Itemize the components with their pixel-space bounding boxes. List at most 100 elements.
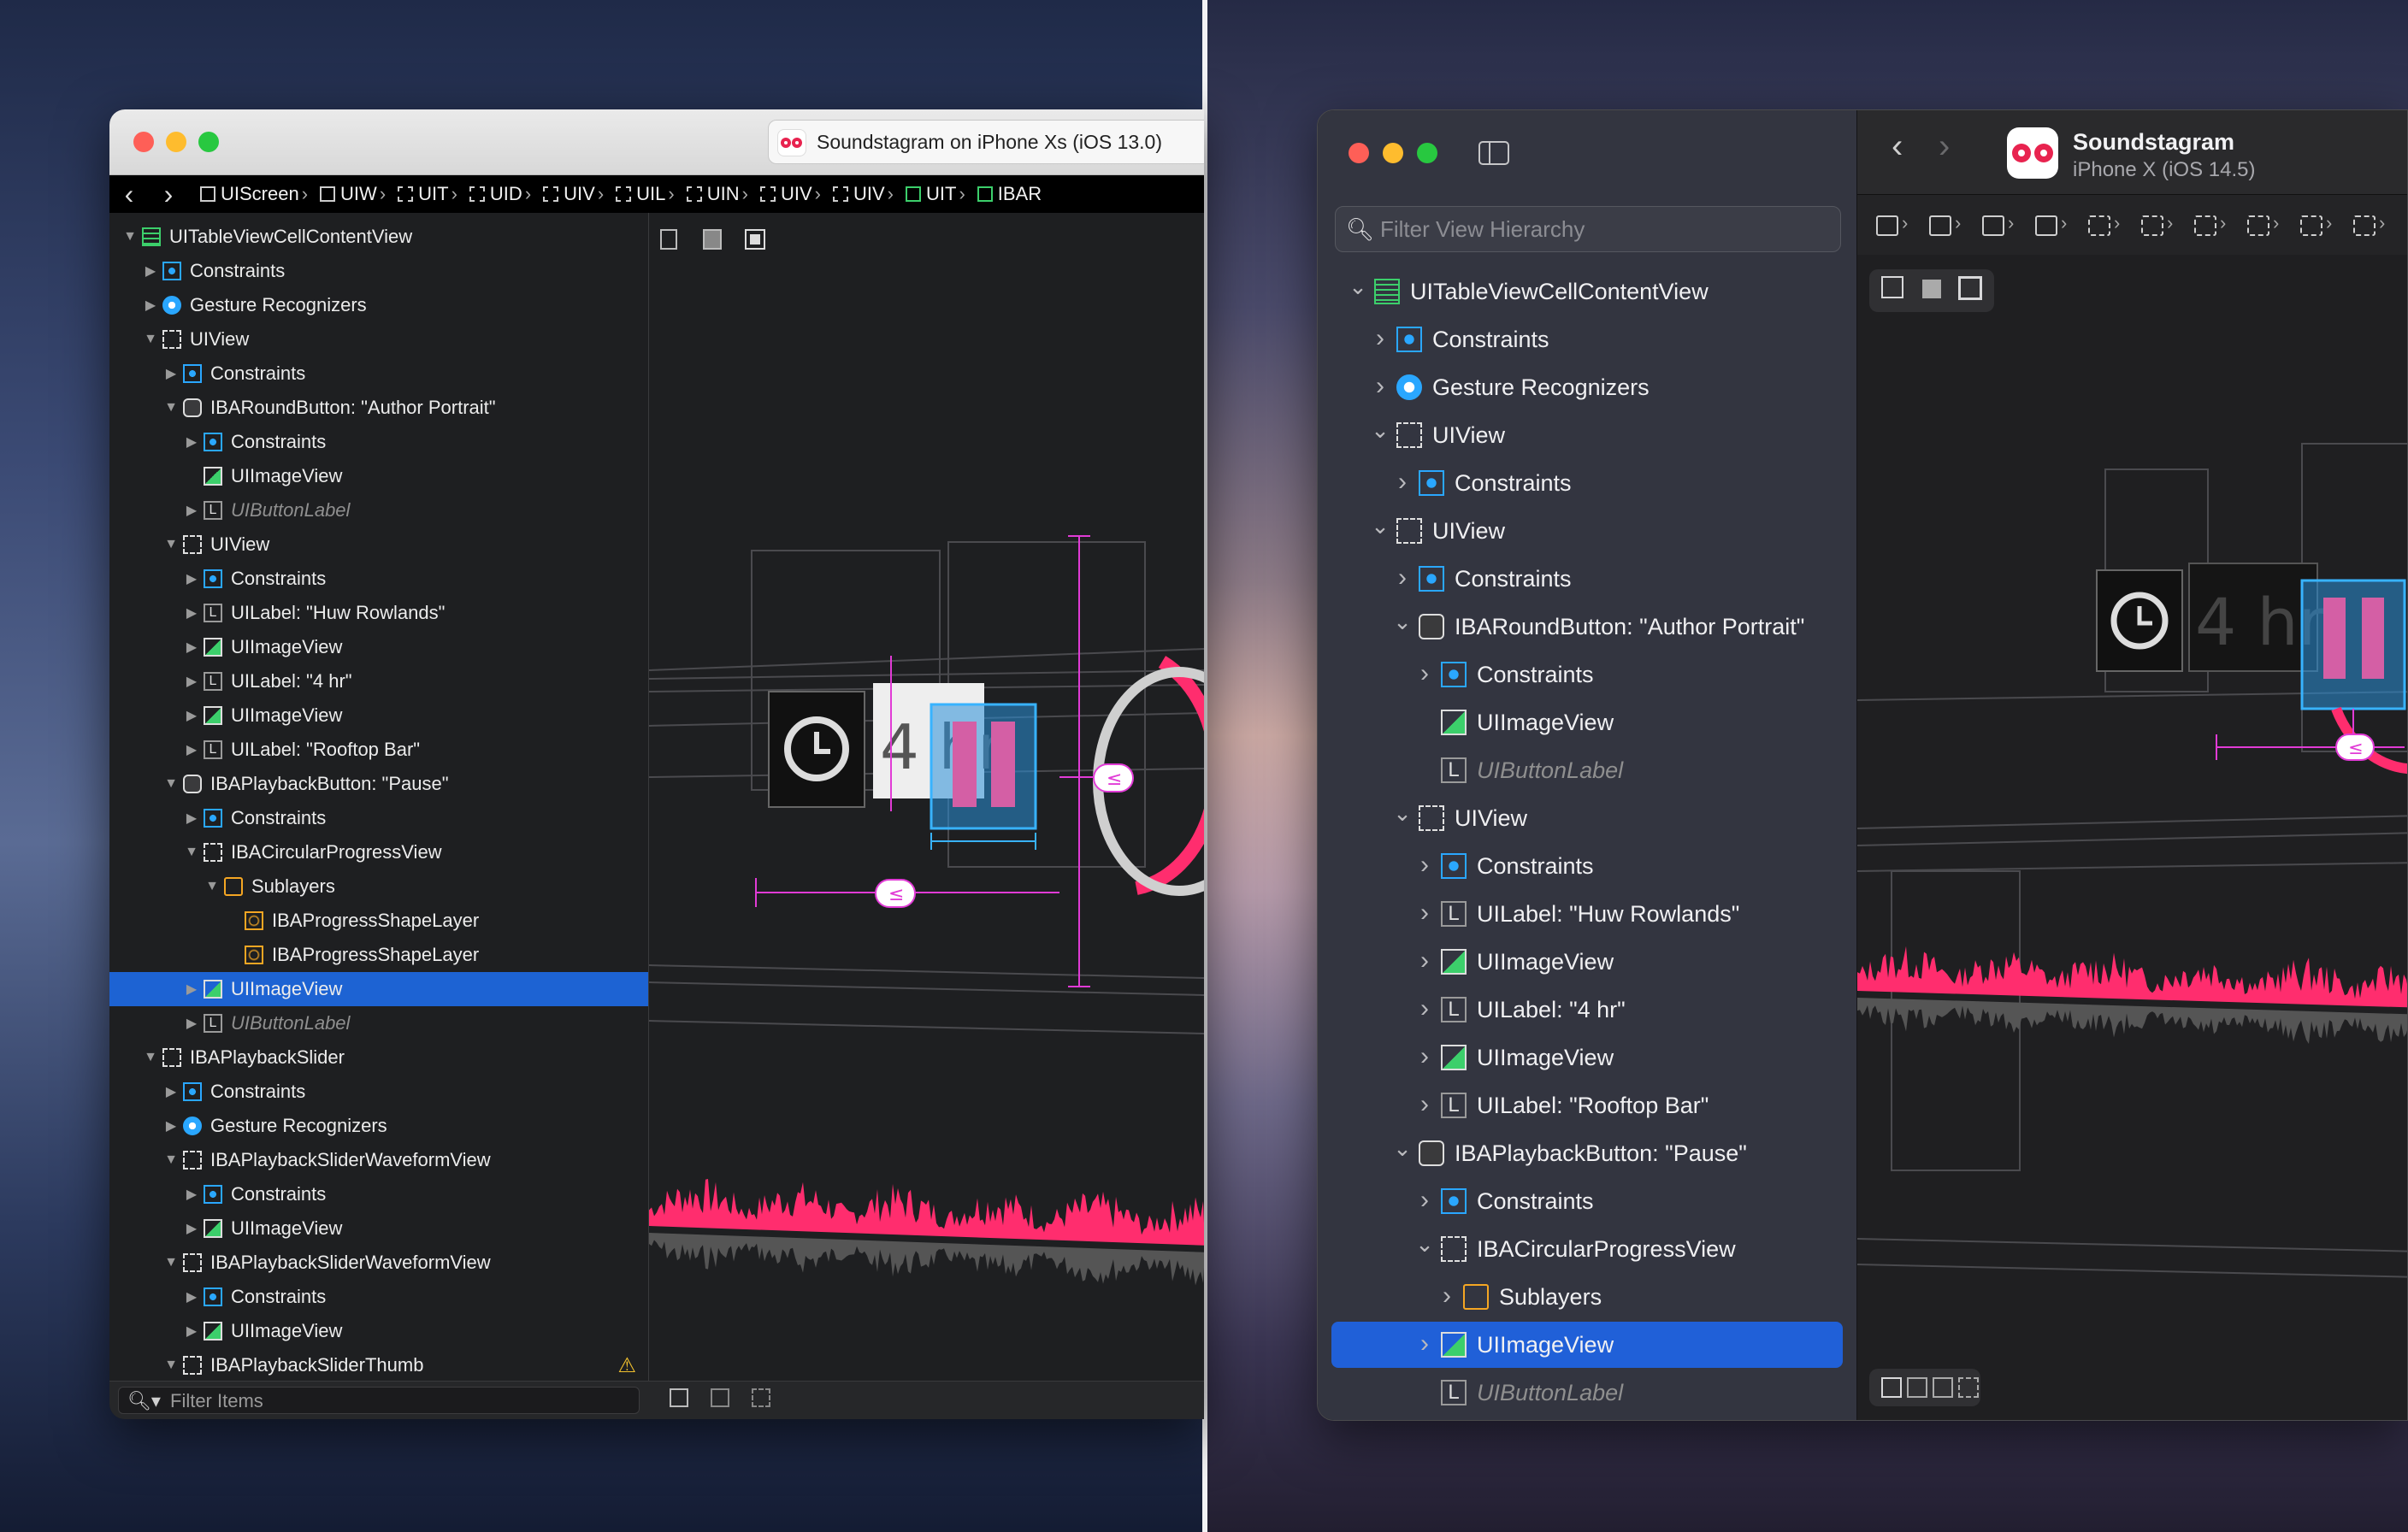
tree-row[interactable]: ⌄ UIView bbox=[1318, 508, 1856, 554]
canvas-bounds-icon[interactable] bbox=[1958, 276, 1982, 300]
filter-items-field[interactable]: 🔍︎▾ Filter Items bbox=[118, 1387, 640, 1414]
tree-row[interactable]: ▶ Constraints bbox=[109, 425, 648, 459]
tree-row[interactable]: ⌄ IBACircularProgressView bbox=[1318, 1226, 1856, 1272]
tree-row[interactable]: ▼ UIView bbox=[109, 527, 648, 562]
close-button[interactable] bbox=[133, 132, 154, 152]
tree-row[interactable]: ⌄ UITableViewCellContentView bbox=[1318, 268, 1856, 315]
disclosure-chevron-icon[interactable]: › bbox=[1371, 372, 1390, 401]
view-mode-icon-right[interactable] bbox=[1907, 1377, 1927, 1398]
disclosure-triangle-icon[interactable]: ▶ bbox=[162, 1117, 180, 1134]
zoom-button[interactable] bbox=[198, 132, 219, 152]
selected-image-view-right[interactable] bbox=[2300, 579, 2406, 710]
disclosure-chevron-icon[interactable]: ⌄ bbox=[1393, 1135, 1412, 1162]
path-view-icon[interactable] bbox=[2035, 215, 2057, 236]
disclosure-chevron-icon[interactable]: › bbox=[1415, 1042, 1434, 1071]
tree-row[interactable]: › L UILabel: "Huw Rowlands" bbox=[1318, 891, 1856, 937]
tree-row[interactable]: › Constraints bbox=[1318, 316, 1856, 362]
disclosure-chevron-icon[interactable]: › bbox=[1415, 1329, 1434, 1358]
tree-row[interactable]: ▶ Constraints bbox=[109, 562, 648, 596]
disclosure-chevron-icon[interactable]: ⌄ bbox=[1393, 800, 1412, 827]
disclosure-chevron-icon[interactable]: ⌄ bbox=[1371, 513, 1390, 539]
disclosure-triangle-icon[interactable]: ▶ bbox=[183, 1288, 200, 1305]
show-constraints-icon-right[interactable] bbox=[1881, 1377, 1902, 1398]
tree-row[interactable]: › Constraints bbox=[1318, 460, 1856, 506]
tree-row[interactable]: ⌄ UIView bbox=[1318, 795, 1856, 841]
tree-row[interactable]: › Sublayers bbox=[1318, 1274, 1856, 1320]
tree-row[interactable]: ▼ IBACircularProgressView bbox=[109, 835, 648, 869]
tree-row[interactable]: IBAProgressShapeLayer bbox=[109, 938, 648, 972]
tree-row[interactable]: ▶ UIImageView bbox=[109, 1314, 648, 1348]
tree-row[interactable]: ▼ IBARoundButton: "Author Portrait" bbox=[109, 391, 648, 425]
bounds-icon-right[interactable] bbox=[1933, 1377, 1953, 1398]
disclosure-triangle-icon[interactable]: ▶ bbox=[142, 262, 159, 280]
clipped-content-icon-right[interactable] bbox=[1958, 1377, 1979, 1398]
path-view-icon[interactable] bbox=[1929, 215, 1951, 236]
tree-row[interactable]: › UIImageView bbox=[1318, 939, 1856, 985]
tree-row[interactable]: ▶ UIImageView bbox=[109, 630, 648, 664]
disclosure-triangle-icon[interactable]: ▶ bbox=[183, 433, 200, 451]
breadcrumb-item[interactable]: UIV › bbox=[543, 183, 604, 205]
tree-row[interactable]: ▶ L UIButtonLabel bbox=[109, 493, 648, 527]
disclosure-triangle-icon[interactable]: ▶ bbox=[183, 673, 200, 690]
tree-row[interactable]: ▶ Constraints bbox=[109, 254, 648, 288]
left-3d-canvas[interactable]: 4 hr ≤ bbox=[649, 213, 1204, 1382]
disclosure-chevron-icon[interactable]: › bbox=[1393, 468, 1412, 497]
disclosure-triangle-icon[interactable]: ▶ bbox=[183, 502, 200, 519]
disclosure-triangle-icon[interactable]: ▶ bbox=[142, 297, 159, 314]
tree-row[interactable]: ▼ IBAPlaybackButton: "Pause" bbox=[109, 767, 648, 801]
disclosure-triangle-icon[interactable]: ▶ bbox=[183, 1323, 200, 1340]
disclosure-chevron-icon[interactable]: › bbox=[1415, 994, 1434, 1023]
disclosure-chevron-icon[interactable]: › bbox=[1415, 851, 1434, 880]
breadcrumb-item[interactable]: UIT › bbox=[398, 183, 457, 205]
tree-row[interactable]: › Constraints bbox=[1318, 843, 1856, 889]
disclosure-chevron-icon[interactable]: › bbox=[1371, 324, 1390, 353]
disclosure-triangle-icon[interactable]: ▼ bbox=[162, 776, 180, 792]
disclosure-triangle-icon[interactable]: ▼ bbox=[162, 400, 180, 415]
back-arrow-icon[interactable]: ‹ bbox=[109, 177, 149, 211]
show-clipped-content-icon[interactable] bbox=[752, 1388, 770, 1407]
tree-row[interactable]: L UIButtonLabel bbox=[1318, 747, 1856, 793]
tree-row[interactable]: ▶ Gesture Recognizers bbox=[109, 288, 648, 322]
tree-row[interactable]: › Constraints bbox=[1318, 651, 1856, 698]
tree-row[interactable]: › Constraints bbox=[1318, 556, 1856, 602]
canvas-tool-fill-icon[interactable] bbox=[703, 229, 722, 250]
disclosure-triangle-icon[interactable]: ▶ bbox=[162, 365, 180, 382]
tree-row[interactable]: ▼ Sublayers bbox=[109, 869, 648, 904]
adjust-view-mode-icon[interactable] bbox=[711, 1388, 729, 1407]
show-constraints-icon[interactable] bbox=[670, 1388, 688, 1407]
tree-row[interactable]: UIImageView bbox=[1318, 699, 1856, 745]
filter-view-hierarchy-field[interactable]: 🔍︎ Filter View Hierarchy bbox=[1335, 206, 1841, 252]
disclosure-chevron-icon[interactable]: ⌄ bbox=[1371, 417, 1390, 444]
path-view-icon[interactable] bbox=[2353, 215, 2376, 236]
disclosure-triangle-icon[interactable]: ▼ bbox=[142, 332, 159, 347]
tree-row[interactable]: ▶ Constraints bbox=[109, 1075, 648, 1109]
disclosure-triangle-icon[interactable]: ▶ bbox=[183, 981, 200, 998]
disclosure-triangle-icon[interactable]: ▼ bbox=[183, 845, 200, 860]
disclosure-triangle-icon[interactable]: ▶ bbox=[183, 1220, 200, 1237]
disclosure-triangle-icon[interactable]: ▶ bbox=[183, 741, 200, 758]
tree-row[interactable]: ▼ IBAPlaybackSliderWaveformView bbox=[109, 1246, 648, 1280]
disclosure-triangle-icon[interactable]: ▶ bbox=[183, 570, 200, 587]
tree-row[interactable]: ▼ IBAPlaybackSliderWaveformView bbox=[109, 1143, 648, 1177]
tree-row[interactable]: ▶ L UILabel: "Rooftop Bar" bbox=[109, 733, 648, 767]
tree-row[interactable]: ▶ L UIButtonLabel bbox=[109, 1006, 648, 1040]
disclosure-chevron-icon[interactable]: ⌄ bbox=[1349, 274, 1367, 300]
minimize-button-right[interactable] bbox=[1383, 143, 1403, 163]
path-view-icon[interactable] bbox=[2088, 215, 2110, 236]
disclosure-triangle-icon[interactable]: ▼ bbox=[162, 1255, 180, 1270]
canvas-frame-icon[interactable] bbox=[1881, 276, 1903, 298]
tree-row[interactable]: ▶ UIImageView bbox=[109, 1211, 648, 1246]
tree-row[interactable]: ⌄ IBARoundButton: "Author Portrait" bbox=[1318, 604, 1856, 650]
disclosure-chevron-icon[interactable]: › bbox=[1415, 659, 1434, 688]
path-view-icon[interactable] bbox=[1876, 215, 1898, 236]
tree-row[interactable]: IBAProgressShapeLayer bbox=[109, 904, 648, 938]
breadcrumb-item[interactable]: UIV › bbox=[759, 183, 821, 205]
breadcrumb-item[interactable]: UIN › bbox=[686, 183, 748, 205]
path-view-icon[interactable] bbox=[2247, 215, 2269, 236]
disclosure-triangle-icon[interactable]: ▼ bbox=[204, 879, 221, 894]
breadcrumb-item[interactable]: IBAR bbox=[977, 183, 1042, 205]
zoom-button-right[interactable] bbox=[1417, 143, 1437, 163]
breadcrumb-item[interactable]: UIL › bbox=[616, 183, 675, 205]
forward-chevron-icon[interactable]: › bbox=[1939, 127, 1950, 166]
tree-row[interactable]: › Gesture Recognizers bbox=[1318, 364, 1856, 410]
